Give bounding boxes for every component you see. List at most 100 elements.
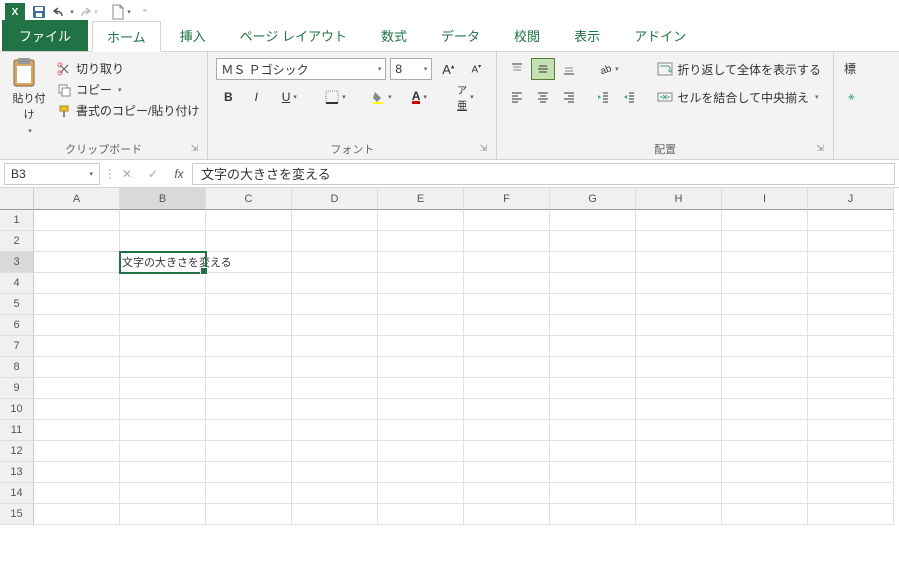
cell[interactable] [722,462,808,483]
column-header[interactable]: H [636,188,722,210]
cell[interactable] [722,399,808,420]
cell[interactable] [378,504,464,525]
cell[interactable] [34,210,120,231]
cell[interactable] [206,462,292,483]
cell[interactable] [120,315,206,336]
decrease-indent-button[interactable] [591,86,615,108]
cell[interactable] [808,357,894,378]
cell[interactable] [120,420,206,441]
cell[interactable] [464,231,550,252]
cell[interactable] [120,378,206,399]
cell[interactable] [464,504,550,525]
cell[interactable] [636,420,722,441]
cell[interactable] [120,210,206,231]
row-header[interactable]: 13 [0,462,34,483]
column-header[interactable]: J [808,188,894,210]
cell[interactable] [722,252,808,273]
cell[interactable] [464,420,550,441]
align-middle-button[interactable] [531,58,555,80]
cell[interactable] [722,504,808,525]
cell[interactable] [34,231,120,252]
number-format-combo[interactable]: 標 [842,58,866,79]
cell[interactable] [206,420,292,441]
bold-button[interactable]: B [216,86,240,108]
cell[interactable] [550,357,636,378]
format-painter-button[interactable]: 書式のコピー/貼り付け [56,102,199,119]
cell[interactable] [636,231,722,252]
app-icon[interactable]: X [4,2,26,22]
cell[interactable] [550,315,636,336]
cell[interactable] [464,336,550,357]
cell[interactable] [464,462,550,483]
select-all-corner[interactable] [0,188,34,210]
font-size-combo[interactable]: 8 ▾ [390,58,432,80]
cell[interactable] [292,483,378,504]
percent-button[interactable]: ⚹ [842,85,866,107]
cell[interactable] [34,294,120,315]
cell[interactable] [378,441,464,462]
formula-input[interactable]: 文字の大きさを変える [192,163,895,185]
cell[interactable] [550,441,636,462]
cell[interactable] [808,462,894,483]
cell[interactable] [34,378,120,399]
borders-button[interactable]: ▾ [318,86,352,108]
cell[interactable] [550,210,636,231]
cell[interactable] [378,231,464,252]
cell[interactable] [808,399,894,420]
cell[interactable] [120,336,206,357]
cell[interactable] [206,336,292,357]
tab-formulas[interactable]: 数式 [366,20,422,51]
cell[interactable] [206,357,292,378]
cell[interactable] [722,441,808,462]
cell[interactable] [34,399,120,420]
tab-insert[interactable]: 挿入 [165,20,221,51]
tab-addins[interactable]: アドイン [619,20,701,51]
column-header[interactable]: F [464,188,550,210]
cell[interactable] [550,462,636,483]
cell[interactable] [722,315,808,336]
column-header[interactable]: I [722,188,808,210]
tab-review[interactable]: 校閲 [499,20,555,51]
cell[interactable] [722,273,808,294]
cell[interactable] [378,483,464,504]
align-top-button[interactable] [505,58,529,80]
cell[interactable] [636,273,722,294]
cell[interactable] [292,504,378,525]
cell[interactable] [808,315,894,336]
cell[interactable] [206,231,292,252]
cell[interactable] [722,294,808,315]
merge-center-button[interactable]: セルを結合して中央揃え ▾ [653,86,825,108]
cell[interactable] [378,315,464,336]
cell[interactable] [120,462,206,483]
cut-button[interactable]: 切り取り [56,60,199,77]
cell[interactable] [550,294,636,315]
cell[interactable] [464,273,550,294]
cell[interactable] [206,378,292,399]
cell[interactable] [378,357,464,378]
cell[interactable] [34,462,120,483]
cell[interactable] [206,210,292,231]
cell[interactable] [550,252,636,273]
row-header[interactable]: 12 [0,441,34,462]
cell[interactable] [34,504,120,525]
cell[interactable] [550,231,636,252]
cell[interactable] [636,483,722,504]
decrease-font-button[interactable]: A▾ [464,58,488,80]
cell[interactable] [34,420,120,441]
row-header[interactable]: 15 [0,504,34,525]
accept-formula-button[interactable]: ✓ [140,163,166,185]
font-color-button[interactable]: A ▾ [402,86,436,108]
cell[interactable] [34,273,120,294]
align-bottom-button[interactable] [557,58,581,80]
align-right-button[interactable] [557,86,581,108]
cell[interactable] [292,441,378,462]
new-doc-button[interactable]: ▾ [110,2,132,22]
cell[interactable] [550,336,636,357]
tab-file[interactable]: ファイル [2,20,88,51]
cancel-formula-button[interactable]: ✕ [114,163,140,185]
cell[interactable] [206,483,292,504]
cell[interactable] [34,315,120,336]
cell[interactable] [378,399,464,420]
row-header[interactable]: 10 [0,399,34,420]
cell[interactable] [808,231,894,252]
